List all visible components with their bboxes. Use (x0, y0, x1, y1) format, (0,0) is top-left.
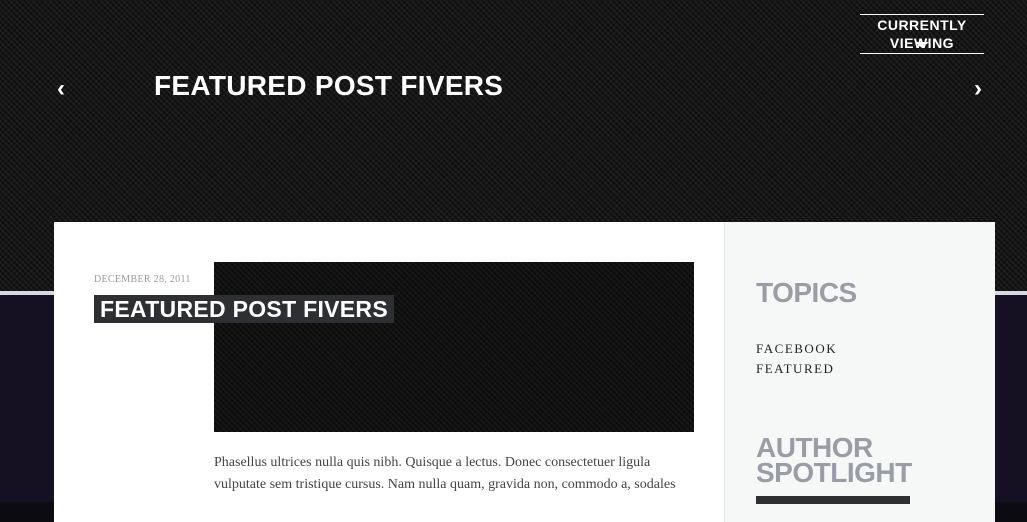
topic-link-facebook[interactable]: FACEBOOK (756, 339, 837, 359)
post-column: DECEMBER 28, 2011 FEATURED POST FIVERS P… (54, 222, 724, 522)
chevron-right-icon[interactable]: › (974, 77, 982, 101)
topics-list: FACEBOOK FEATURED (756, 339, 837, 379)
header-title: FEATURED POST FIVERS (154, 70, 504, 101)
post-date: DECEMBER 28, 2011 (94, 274, 191, 285)
post-featured-image[interactable] (214, 262, 694, 432)
sidebar: TOPICS FACEBOOK FEATURED AUTHOR SPOTLIGH… (724, 222, 995, 522)
author-name-bar[interactable] (756, 496, 910, 504)
post-excerpt: Phasellus ultrices nulla quis nibh. Quis… (214, 455, 676, 492)
content-card: DECEMBER 28, 2011 FEATURED POST FIVERS P… (54, 222, 995, 522)
currently-viewing-label[interactable]: CURRENTLY VIEWING (860, 14, 984, 54)
post-title[interactable]: FEATURED POST FIVERS (94, 295, 394, 323)
topic-link-featured[interactable]: FEATURED (756, 359, 837, 379)
caret-down-icon (915, 42, 929, 48)
topics-heading: TOPICS (756, 277, 857, 308)
author-spotlight-heading: AUTHOR SPOTLIGHT (756, 432, 912, 488)
chevron-left-icon[interactable]: ‹ (57, 77, 65, 101)
